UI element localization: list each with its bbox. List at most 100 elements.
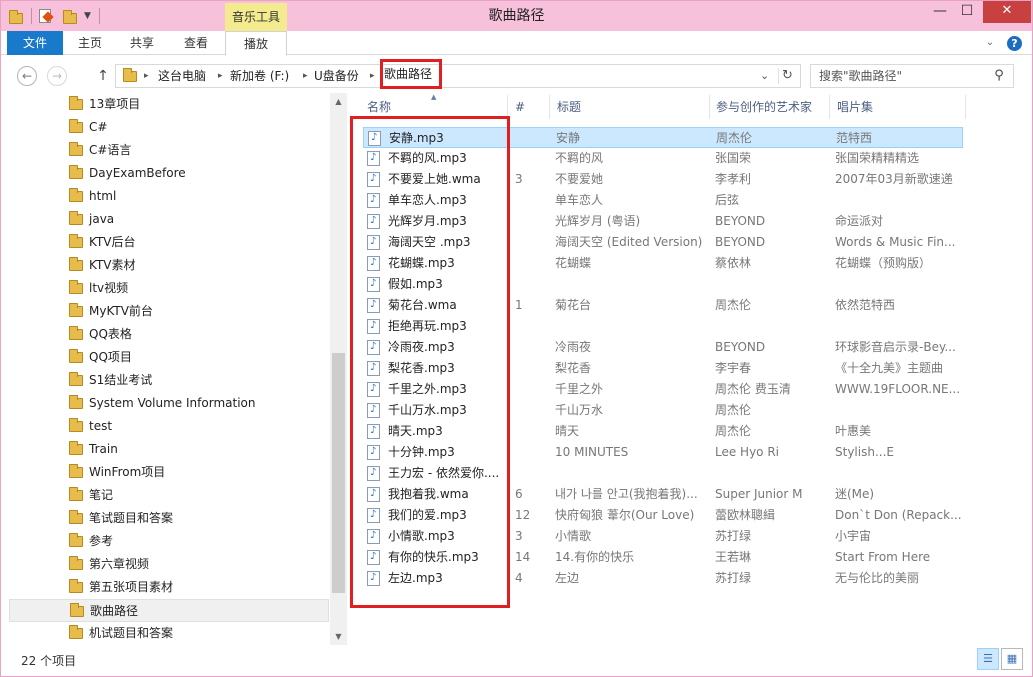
column-header-artist[interactable]: 参与创作的艺术家 (716, 93, 826, 121)
track-number (515, 442, 545, 463)
refresh-icon[interactable]: ↻ (782, 65, 793, 87)
nav-item-folder[interactable]: java (9, 208, 329, 231)
folder-icon (69, 326, 83, 340)
album-name: Start From Here (835, 550, 931, 564)
breadcrumb-current-folder[interactable]: 歌曲路径 (380, 59, 443, 89)
song-title: 左边 (555, 571, 580, 585)
folder-icon (69, 556, 83, 570)
nav-item-label: WinFrom项目 (89, 465, 166, 479)
nav-item-label: 机试题目和答案 (89, 626, 174, 640)
album-name: 环球影音启示录-Bey... (835, 340, 956, 354)
folder-icon (69, 441, 83, 455)
nav-item-folder[interactable]: DayExamBefore (9, 162, 329, 185)
column-divider[interactable] (829, 95, 830, 119)
track-number (515, 274, 545, 295)
folder-icon (69, 165, 83, 179)
properties-button[interactable] (39, 6, 54, 26)
breadcrumb-separator[interactable]: ▸ (218, 65, 223, 87)
search-icon[interactable]: ⚲ (991, 67, 1007, 85)
column-divider[interactable] (709, 95, 710, 119)
nav-item-folder[interactable]: QQ项目 (9, 346, 329, 369)
tab-share[interactable]: 共享 (121, 31, 163, 55)
artist-name: BEYOND (715, 214, 766, 228)
nav-item-folder[interactable]: MyKTV前台 (9, 300, 329, 323)
nav-item-label: DayExamBefore (89, 166, 186, 180)
track-number (515, 463, 545, 484)
nav-item-folder[interactable]: KTV后台 (9, 231, 329, 254)
nav-item-folder[interactable]: ltv视频 (9, 277, 329, 300)
nav-item-folder[interactable]: System Volume Information (9, 392, 329, 415)
scroll-thumb[interactable] (332, 353, 345, 593)
nav-item-folder[interactable]: 参考 (9, 530, 329, 553)
nav-item-folder[interactable]: test (9, 415, 329, 438)
tab-play[interactable]: 播放 (225, 31, 287, 56)
artist-name: 蔡依林 (715, 256, 752, 270)
album-name (835, 316, 961, 337)
folder-icon (69, 142, 83, 156)
nav-item-folder[interactable]: 笔试题目和答案 (9, 507, 329, 530)
artist-name: 苏打绿 (715, 571, 752, 585)
nav-item-folder[interactable]: C# (9, 116, 329, 139)
nav-item-label: 笔记 (89, 488, 114, 502)
tab-home[interactable]: 主页 (69, 31, 111, 55)
breadcrumb-separator[interactable]: ▸ (303, 65, 308, 87)
nav-scrollbar[interactable]: ▲ ▼ (330, 93, 347, 645)
nav-item-folder[interactable]: KTV素材 (9, 254, 329, 277)
tab-view[interactable]: 查看 (173, 31, 219, 55)
nav-item-folder[interactable]: Train (9, 438, 329, 461)
artist-name: BEYOND (715, 235, 766, 249)
nav-item-folder[interactable]: 13章项目 (9, 93, 329, 116)
breadcrumb-separator[interactable]: ▸ (144, 65, 149, 87)
scroll-down-icon[interactable]: ▼ (330, 628, 347, 645)
nav-item-folder[interactable]: html (9, 185, 329, 208)
track-number: 6 (515, 487, 523, 501)
nav-item-folder[interactable]: S1结业考试 (9, 369, 329, 392)
folder-icon[interactable] (9, 9, 23, 24)
column-divider[interactable] (549, 95, 550, 119)
search-box[interactable]: 搜索"歌曲路径" ⚲ (810, 64, 1014, 88)
ribbon-expand-icon[interactable]: ⌄ (983, 36, 997, 50)
song-title: 快府匈狼 葦尔(Our Love) (555, 508, 695, 522)
search-placeholder: 搜索"歌曲路径" (819, 69, 903, 83)
breadcrumb-drive-f[interactable]: 新加卷 (F:) (230, 65, 289, 87)
address-bar[interactable]: ▸ 这台电脑 ▸ 新加卷 (F:) ▸ U盘备份 ▸ 歌曲路径 ⌄ ↻ (115, 59, 801, 89)
properties-icon (39, 9, 54, 23)
nav-item-folder[interactable]: QQ表格 (9, 323, 329, 346)
details-view-button[interactable]: ☰ (977, 648, 999, 670)
column-header-title[interactable]: 标题 (557, 93, 707, 121)
nav-item-folder[interactable]: 机试题目和答案 (9, 622, 329, 645)
nav-item-folder[interactable]: 歌曲路径 (9, 599, 329, 622)
close-button[interactable]: ✕ (983, 1, 1031, 23)
song-title: 千里之外 (555, 382, 604, 396)
nav-item-folder[interactable]: WinFrom项目 (9, 461, 329, 484)
tab-file[interactable]: 文件 (7, 31, 63, 55)
maximize-button[interactable]: ☐ (954, 1, 980, 23)
breadcrumb-usb-backup[interactable]: U盘备份 (314, 65, 359, 87)
nav-item-folder[interactable]: 第五张项目素材 (9, 576, 329, 599)
up-button[interactable]: ↑ (96, 66, 110, 86)
song-title: 14.有你的快乐 (555, 550, 635, 564)
breadcrumb-this-pc[interactable]: 这台电脑 (158, 65, 206, 87)
new-folder-button[interactable] (63, 6, 77, 26)
track-number: 12 (515, 508, 531, 522)
nav-item-folder[interactable]: C#语言 (9, 139, 329, 162)
address-row: ← → ↑ ▸ 这台电脑 ▸ 新加卷 (F:) ▸ U盘备份 ▸ 歌曲路径 ⌄ … (1, 56, 1032, 93)
track-number (515, 379, 545, 400)
nav-item-label: QQ项目 (89, 350, 132, 364)
column-header-album[interactable]: 唱片集 (837, 93, 957, 121)
large-icons-view-button[interactable]: ▦ (1001, 648, 1023, 670)
album-name: WWW.19FLOOR.NE... (835, 382, 961, 396)
customize-qa-dropdown[interactable]: ▼ (84, 6, 91, 26)
nav-item-folder[interactable]: 笔记 (9, 484, 329, 507)
address-history-dropdown[interactable]: ⌄ (760, 65, 769, 87)
nav-item-folder[interactable]: 第六章视频 (9, 553, 329, 576)
minimize-button[interactable]: — (927, 1, 953, 23)
help-icon[interactable]: ? (1007, 36, 1022, 51)
breadcrumb-separator[interactable]: ▸ (370, 65, 375, 87)
column-header-number[interactable]: # (515, 93, 545, 121)
back-button[interactable]: ← (17, 66, 37, 86)
column-divider[interactable] (965, 95, 966, 119)
scroll-up-icon[interactable]: ▲ (330, 93, 347, 110)
folder-icon (69, 280, 83, 294)
forward-button[interactable]: → (47, 66, 67, 86)
